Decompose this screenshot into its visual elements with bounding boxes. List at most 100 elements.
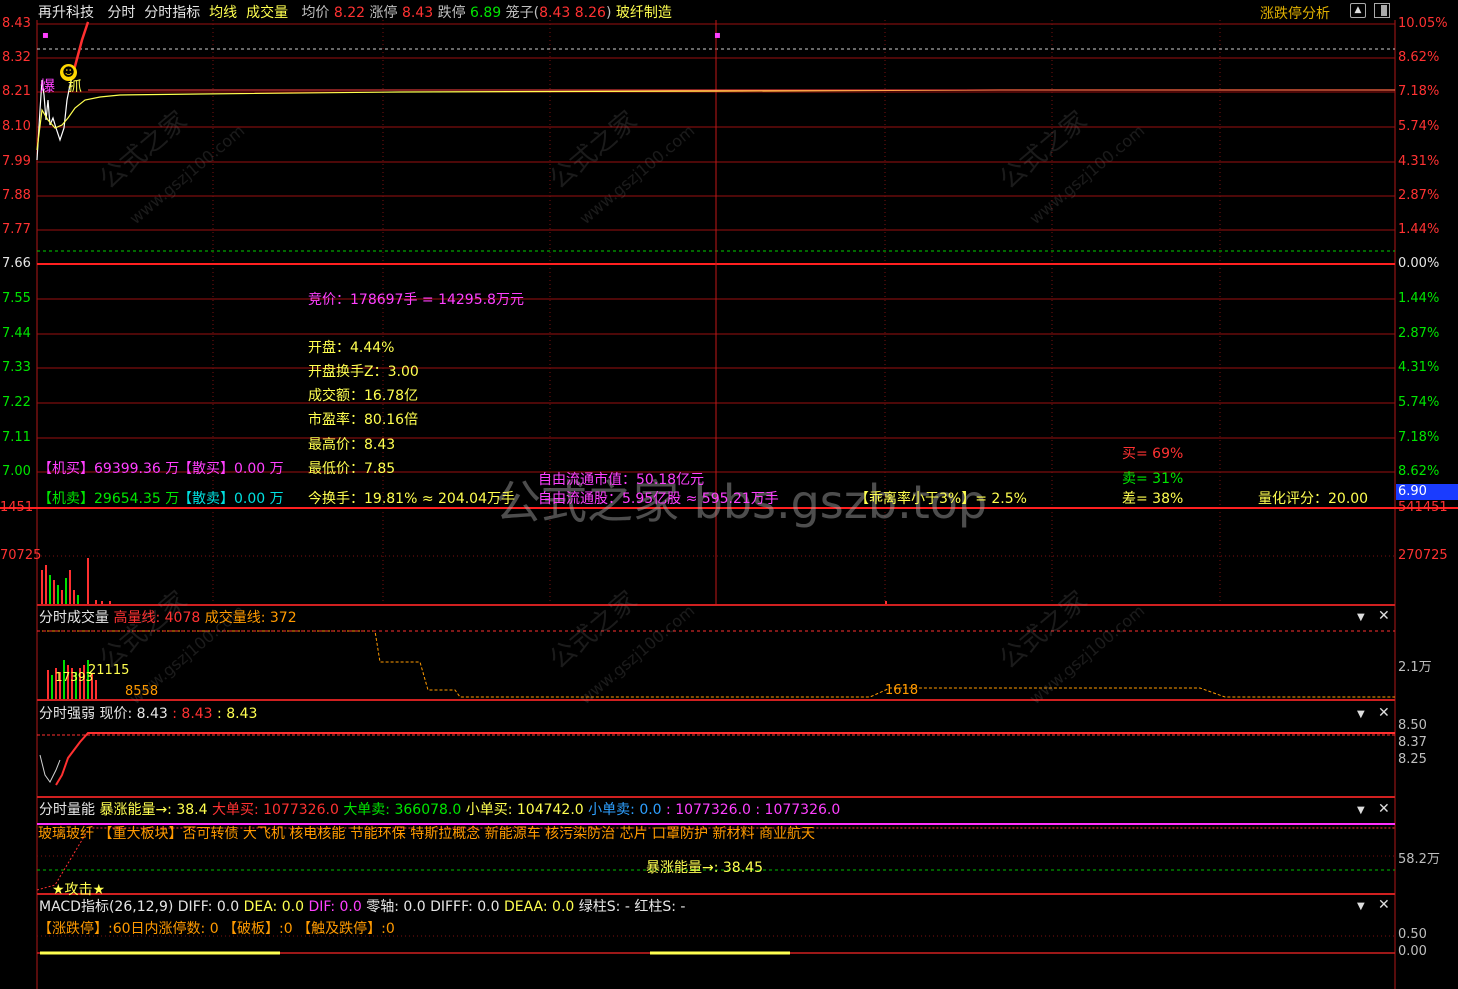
panel3-small-sell: 小单卖: 0.0 <box>588 802 662 818</box>
pct-tick: 1.44% <box>1398 291 1440 306</box>
panel2-close-icon[interactable]: ✕ <box>1378 705 1390 721</box>
panel4-axis-1: 0.00 <box>1398 944 1427 959</box>
point-marker-icon: ▪ <box>714 30 721 41</box>
amount-info: 成交额：16.78亿 <box>308 388 419 404</box>
panel1-menu-icon[interactable]: ▼ <box>1357 612 1365 623</box>
vol-axis-left-top: 1451 <box>0 500 34 515</box>
panel4-redbar: 红柱S: - <box>634 899 686 915</box>
panel3-title: 分时量能 <box>39 802 95 818</box>
price-tick: 7.77 <box>2 222 31 237</box>
limitdown-value: 6.89 <box>470 5 502 21</box>
vol-axis-right-top: 541451 <box>1398 500 1448 515</box>
price-tick: 7.22 <box>2 395 31 410</box>
panel3-close-icon[interactable]: ✕ <box>1378 801 1390 817</box>
panel1-mid-value: 1618 <box>885 683 919 698</box>
pct-tick: 2.87% <box>1398 326 1440 341</box>
stock-name[interactable]: 再升科技 <box>38 5 94 21</box>
vol-axis-left-mid: 70725 <box>0 548 42 563</box>
panel2-menu-icon[interactable]: ▼ <box>1357 709 1365 720</box>
price-tick: 7.66 <box>2 256 31 271</box>
panel4-dea: DEA: 0.0 <box>243 899 304 915</box>
pct-tick: 8.62% <box>1398 50 1440 65</box>
price-tick: 8.10 <box>2 119 31 134</box>
panel2-v1: : 8.43 <box>172 706 213 722</box>
pct-tick: 7.18% <box>1398 430 1440 445</box>
price-tick: 7.11 <box>2 430 31 445</box>
pct-tick: 5.74% <box>1398 119 1440 134</box>
panel1-high-value: 4078 <box>164 610 201 626</box>
panel3-big-sell: 大单卖: 366078.0 <box>343 802 462 818</box>
panel3-surge-mid: 暴涨能量→: 38.45 <box>646 860 763 876</box>
panel1-line-label: 成交量线: 372 <box>204 610 297 626</box>
panel2-now: 现价: 8.43 <box>99 706 168 722</box>
panel3-menu-icon[interactable]: ▼ <box>1357 805 1365 816</box>
retail-buy-info: 【散买】0.00 万 <box>178 461 284 477</box>
vol-axis-right-mid: 270725 <box>1398 548 1448 563</box>
retail-sell-info: 【散卖】0.00 万 <box>178 491 284 507</box>
tab-minute[interactable]: 分时 <box>107 5 135 21</box>
panel2-axis-0: 8.50 <box>1398 718 1427 733</box>
limit-analysis-button[interactable]: 涨跌停分析 <box>1260 3 1330 23</box>
pe-info: 市盈率：80.16倍 <box>308 412 419 428</box>
price-tick: 7.88 <box>2 188 31 203</box>
pct-tick: 8.62% <box>1398 464 1440 479</box>
volume-label: 成交量 <box>246 5 289 21</box>
inst-buy-info: 【机买】69399.36 万 <box>38 461 180 477</box>
panel1-high-label: 高量线 <box>113 610 156 626</box>
tab-indicator[interactable]: 分时指标 <box>144 5 200 21</box>
diff-pct-info: 差= 38% <box>1122 491 1184 507</box>
buy-pct-info: 买= 69% <box>1122 446 1184 462</box>
price-tick: 7.44 <box>2 326 31 341</box>
scroll-up-icon[interactable]: ▲ <box>1350 3 1366 18</box>
panel2-header: 分时强弱 现价: 8.43 : 8.43 : 8.43 <box>39 703 257 723</box>
panel3-axis: 58.2万 <box>1398 852 1440 867</box>
panel2-axis-1: 8.37 <box>1398 735 1427 750</box>
panel4-diff: DIFF: 0.0 <box>177 899 240 915</box>
limitup-label: 涨停 <box>369 5 398 21</box>
window-toggle-icon[interactable] <box>1374 3 1390 18</box>
panel2-title: 分时强弱 <box>39 706 95 722</box>
price-tick: 7.33 <box>2 360 31 375</box>
pct-tick: 10.05% <box>1398 16 1448 31</box>
limitup-value: 8.43 <box>401 5 434 21</box>
panel1-n1: 21115 <box>88 663 130 678</box>
auction-info: 竞价：178697手 = 14295.8万元 <box>308 292 524 308</box>
panel1-close-icon[interactable]: ✕ <box>1378 608 1390 624</box>
limitdown-label: 跌停 <box>437 5 466 21</box>
panel4-green: 绿柱S: - <box>578 899 630 915</box>
panel4-close-icon[interactable]: ✕ <box>1378 897 1390 913</box>
pct-tick: 4.31% <box>1398 154 1440 169</box>
panel3-header: 分时量能 暴涨能量→: 38.4 大单买: 1077326.0 大单卖: 366… <box>39 799 840 819</box>
panel4-zero: 零轴: 0.0 <box>366 899 426 915</box>
sector-label: 玻纤制造 <box>615 5 672 21</box>
cage-close: ) <box>605 5 612 21</box>
avgprice-value: 8.22 <box>333 5 366 21</box>
panel4-menu-icon[interactable]: ▼ <box>1357 901 1365 912</box>
cage-v2: 8.26 <box>574 5 606 21</box>
cage-v1: 8.43 <box>539 5 571 21</box>
panel1-n3: 8558 <box>125 684 159 699</box>
free-share-info: 自由流通股：5.95亿股 ≈ 595.21万手 <box>538 491 779 507</box>
panel4-title: MACD指标(26,12,9) <box>39 899 174 915</box>
panel1-header: 分时成交量 高量线: 4078 成交量线: 372 <box>39 610 297 626</box>
panel3-v1: : 1077326.0 <box>666 802 751 818</box>
panel3-surge: 暴涨能量→: 38.4 <box>99 802 208 818</box>
price-tick: 8.21 <box>2 84 31 99</box>
panel3-small-buy: 小单买: 104742.0 <box>465 802 584 818</box>
panel3-concepts: 玻璃玻纤 【重大板块】否可转债 大飞机 核电核能 节能环保 特斯拉概念 新能源车… <box>38 826 815 842</box>
deviation-info: 【乖离率小于3%】= 2.5% <box>855 491 1027 507</box>
panel1-axis: 2.1万 <box>1398 660 1432 675</box>
pct-tick: 2.87% <box>1398 188 1440 203</box>
panel4-header: MACD指标(26,12,9) DIFF: 0.0 DEA: 0.0 DIF: … <box>39 896 685 916</box>
marker-burst: 爆 <box>40 77 56 95</box>
low-info: 最低价：7.85 <box>308 461 396 477</box>
price-tick: 8.32 <box>2 50 31 65</box>
price-tick: 7.99 <box>2 154 31 169</box>
cage-label: 笼子 <box>505 5 534 21</box>
sell-pct-info: 卖= 31% <box>1122 471 1184 487</box>
panel4-stats: 【涨跌停】:60日内涨停数: 0 【破板】:0 【触及跌停】:0 <box>38 921 395 937</box>
price-tick: 7.55 <box>2 291 31 306</box>
point-marker-icon: ▪ <box>42 30 49 41</box>
open-turnover-info: 开盘换手Z：3.00 <box>308 364 419 380</box>
header-bar: 再升科技 分时 分时指标 均线 成交量 均价 8.22 涨停 8.43 跌停 6… <box>38 2 672 22</box>
